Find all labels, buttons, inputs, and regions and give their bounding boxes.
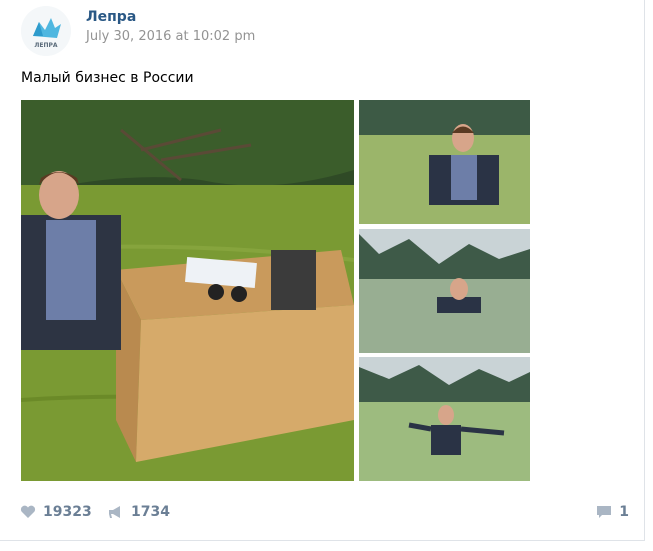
comment-button[interactable]: 1 (596, 496, 629, 528)
post-text: Малый бизнес в России (21, 70, 194, 86)
avatar-logo-text: ЛЕПРА (34, 42, 58, 49)
post-photo-main[interactable] (21, 100, 354, 481)
heart-icon (20, 505, 36, 518)
wall-post: ЛЕПРА Лепра July 30, 2016 at 10:02 pm Ма… (0, 0, 645, 541)
author-avatar[interactable]: ЛЕПРА (21, 6, 71, 56)
post-photo-2[interactable] (359, 100, 530, 224)
share-button[interactable]: 1734 (108, 496, 170, 528)
post-author[interactable]: Лепра (86, 9, 136, 25)
post-photo-4[interactable] (359, 357, 530, 481)
post-date[interactable]: July 30, 2016 at 10:02 pm (86, 29, 255, 44)
post-photo-3[interactable] (359, 229, 530, 353)
comment-count: 1 (619, 504, 629, 520)
post-actions: 19323 1734 1 (0, 496, 645, 528)
repost-count: 1734 (131, 504, 170, 520)
like-button[interactable]: 19323 (20, 496, 92, 528)
lepra-logo-icon: ЛЕПРА (21, 6, 71, 56)
like-count: 19323 (43, 504, 92, 520)
comment-icon (597, 506, 612, 518)
megaphone-icon (109, 506, 120, 518)
